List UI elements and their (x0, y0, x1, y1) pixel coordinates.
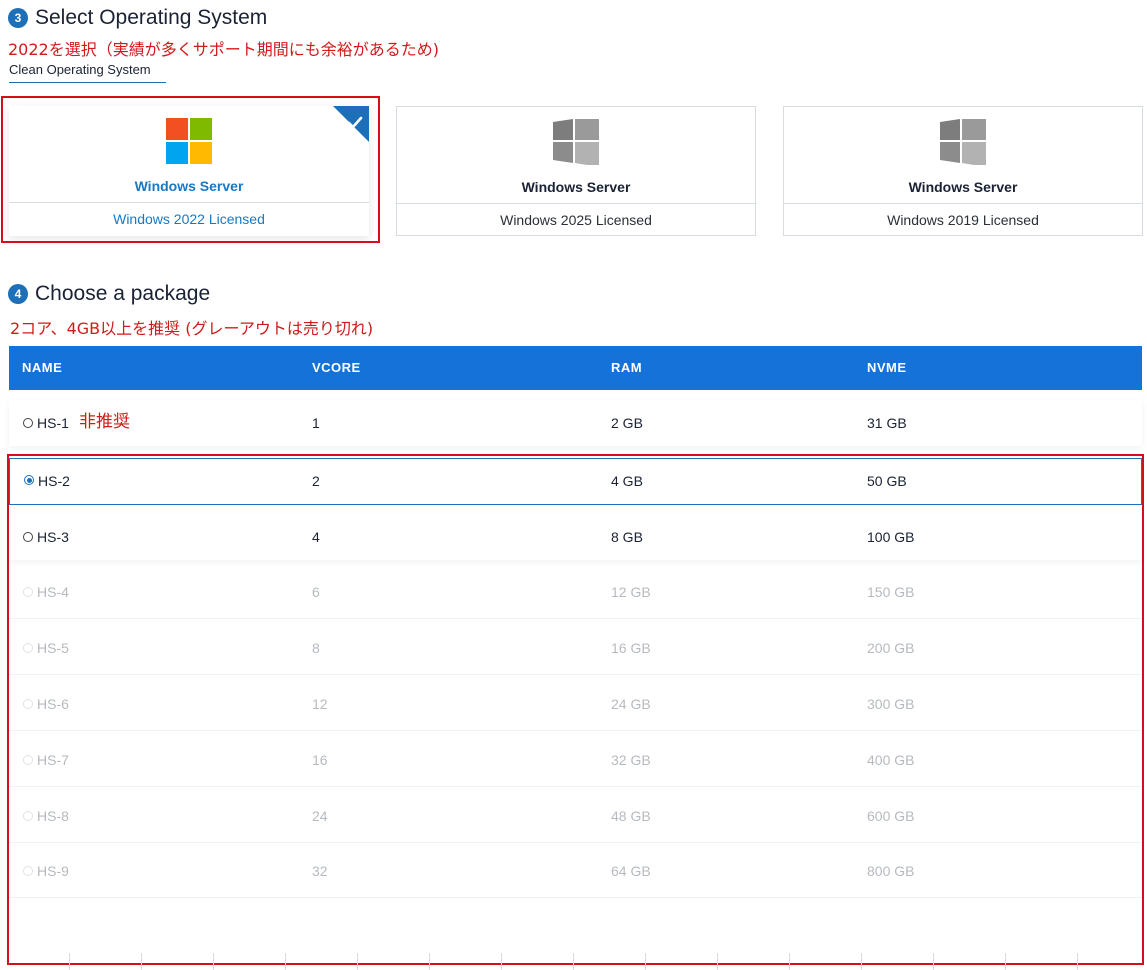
card-divider (397, 203, 755, 204)
windows-logo-icon (553, 119, 599, 165)
package-ram: 2 GB (611, 415, 643, 431)
package-nvme: 31 GB (867, 415, 907, 431)
package-radio[interactable] (23, 418, 33, 428)
annotation-note-package: 2コア、4GB以上を推奨 (グレーアウトは売り切れ) (10, 319, 374, 338)
column-header-vcore[interactable]: VCORE (312, 346, 361, 390)
package-table-header: NAME VCORE RAM NVME (9, 346, 1142, 390)
column-header-ram[interactable]: RAM (611, 346, 642, 390)
section-title: Choose a package (35, 282, 211, 305)
bottom-divider-marks (0, 953, 1147, 970)
card-divider (784, 203, 1142, 204)
os-card-windows-2019[interactable]: Windows Server Windows 2019 Licensed (783, 106, 1143, 236)
windows-logo-icon (940, 119, 986, 165)
not-recommended-annotation: 非推奨 (79, 412, 130, 432)
os-version: Windows 2019 Licensed (887, 212, 1039, 228)
section-select-os-header: 3 Select Operating System (8, 6, 267, 30)
step-number-badge: 4 (8, 284, 28, 304)
annotation-box-os (1, 96, 380, 243)
column-header-nvme[interactable]: NVME (867, 346, 907, 390)
os-version: Windows 2025 Licensed (500, 212, 652, 228)
section-choose-package-header: 4 Choose a package (8, 282, 210, 306)
annotation-note-os: 2022を選択（実績が多くサポート期間にも余裕があるため) (8, 40, 439, 59)
os-name: Windows Server (521, 179, 631, 195)
os-card-windows-2025[interactable]: Windows Server Windows 2025 Licensed (396, 106, 756, 236)
package-name: HS-1 (37, 415, 69, 431)
annotation-box-packages (7, 454, 1144, 965)
column-header-name[interactable]: NAME (22, 346, 62, 390)
package-row-hs-1[interactable]: HS-1 非推奨 1 2 GB 31 GB (9, 400, 1142, 446)
tab-clean-operating-system[interactable]: Clean Operating System (9, 62, 166, 83)
step-number-badge: 3 (8, 8, 28, 28)
section-title: Select Operating System (35, 6, 268, 29)
os-name: Windows Server (908, 179, 1018, 195)
package-vcore: 1 (312, 415, 320, 431)
